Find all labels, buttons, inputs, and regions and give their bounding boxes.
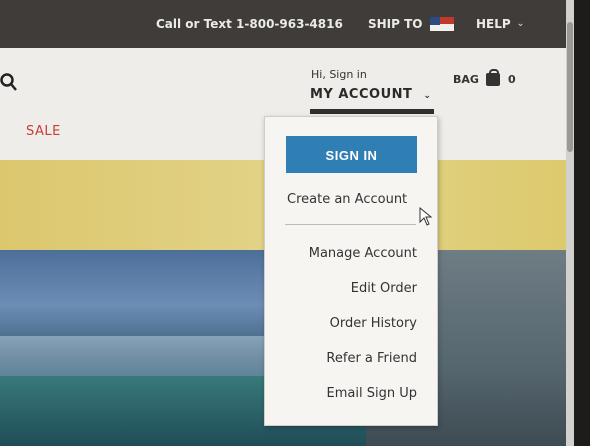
us-flag-icon — [429, 17, 454, 31]
ship-to-label: SHIP TO — [368, 17, 423, 31]
active-menu-underline — [310, 109, 434, 114]
order-history-link[interactable]: Order History — [330, 316, 417, 331]
ship-to-selector[interactable]: SHIP TO — [368, 17, 454, 31]
edit-order-link[interactable]: Edit Order — [351, 281, 417, 296]
my-account-menu[interactable]: MY ACCOUNT ⌄ — [310, 87, 431, 102]
scrollbar-thumb[interactable] — [567, 22, 573, 152]
email-sign-up-link[interactable]: Email Sign Up — [327, 386, 417, 401]
nav-item-sale[interactable]: SALE — [26, 124, 61, 139]
help-menu[interactable]: HELP ⌄ — [476, 17, 524, 31]
manage-account-link[interactable]: Manage Account — [309, 246, 417, 261]
bag-label: BAG — [453, 73, 479, 86]
my-account-label: MY ACCOUNT — [310, 87, 413, 102]
mouse-cursor-icon — [419, 207, 433, 226]
search-icon[interactable] — [0, 72, 22, 100]
browser-screen: Call or Text 1-800-963-4816 SHIP TO HELP… — [0, 0, 566, 446]
chevron-down-icon: ⌄ — [516, 19, 525, 29]
utility-bar: Call or Text 1-800-963-4816 SHIP TO HELP… — [0, 0, 566, 48]
sign-in-button[interactable]: SIGN IN — [286, 136, 417, 173]
account-dropdown: SIGN IN Create an Account Manage Account… — [264, 116, 438, 426]
create-account-link[interactable]: Create an Account — [287, 192, 407, 207]
menu-divider — [285, 224, 416, 225]
phone-link[interactable]: Call or Text 1-800-963-4816 — [156, 17, 343, 31]
help-label: HELP — [476, 17, 511, 31]
bag-button[interactable]: BAG 0 — [453, 69, 516, 86]
shopping-bag-icon — [485, 69, 500, 86]
bag-count: 0 — [507, 73, 516, 86]
chevron-down-icon: ⌄ — [423, 91, 432, 101]
sign-in-greeting[interactable]: Hi, Sign in — [311, 68, 367, 81]
refer-a-friend-link[interactable]: Refer a Friend — [326, 351, 417, 366]
